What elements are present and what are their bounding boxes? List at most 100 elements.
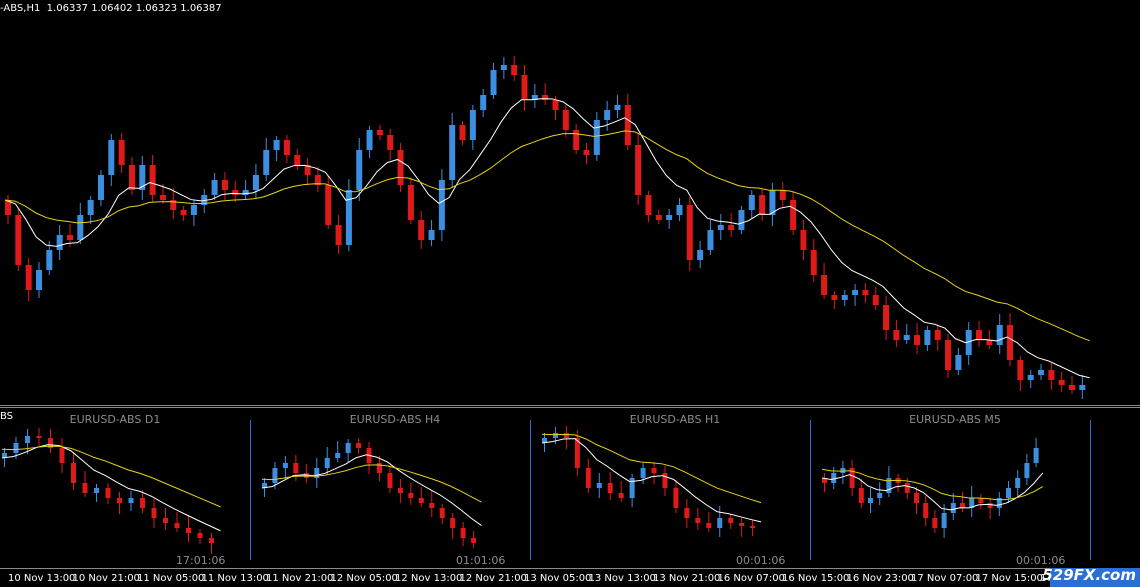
candle-body [190,205,197,215]
candle-body [1015,478,1021,488]
candle-body [868,498,873,503]
candle-body [118,140,125,165]
candle-body [387,135,394,150]
ma-slow-line [4,130,1090,342]
candle-body [356,443,362,448]
candle-body [459,125,466,140]
time-axis-tick: 13 Nov 13:00 [588,573,656,584]
candle-body [439,508,445,518]
panel-countdown-h4: 01:01:06 [456,554,506,567]
panel-divider [1090,420,1091,560]
candle-body [480,95,487,110]
candle-body [883,305,890,330]
candle-body [862,290,869,295]
candle-body [662,473,668,488]
candle-body [36,436,42,438]
candle-body [128,498,134,503]
candle-body [397,488,403,493]
candle-body [71,463,76,483]
candle-body [490,70,497,95]
candle-body [717,225,724,230]
candle-body [593,120,600,155]
candles [542,426,756,537]
candle-body [960,503,965,508]
candle-body [273,140,280,150]
candle-body [1006,488,1011,498]
candle-body [841,295,848,300]
candle-body [552,433,558,438]
time-axis-tick: 10 Nov 13:00 [8,573,76,584]
candle-body [676,205,683,215]
panel-ma-slow [1,445,221,508]
candle-body [500,65,507,70]
candle-body [15,215,22,265]
candle-body [335,453,341,458]
candle-body [87,200,94,215]
candle-body [750,526,756,528]
candle-body [429,503,435,508]
candle-body [635,145,642,195]
candle-body [221,180,228,190]
candle-body [596,483,602,488]
candle-body [211,180,218,195]
candle-body [987,503,993,508]
time-axis-tick: 16 Nov 15:00 [782,573,850,584]
candle-body [831,473,837,483]
candle-body [438,180,445,230]
candle-body [197,533,203,538]
candle-body [583,150,590,155]
candle-body [242,190,249,195]
candle-body [59,448,65,463]
panel-divider [810,420,811,560]
candle-body [35,270,42,290]
candle-body [1017,360,1024,380]
multi-timeframe-subwindow[interactable]: BS EURUSD-ABS D1 EURUSD-ABS H4 EURUSD-AB… [0,408,1140,568]
time-axis-tick: 11 Nov 21:00 [266,573,334,584]
candle-body [604,110,611,120]
candle-body [180,210,187,215]
candle-body [573,130,580,150]
candle-body [852,290,859,295]
candle-body [1048,370,1055,380]
candle-body [186,528,191,533]
candle-body [272,468,278,483]
candle-body [552,100,559,110]
candle-body [914,335,921,345]
candle-body [695,518,701,523]
candle-body [562,110,569,130]
candle-body [706,523,712,528]
time-axis-tick: 12 Nov 13:00 [395,573,463,584]
candle-body [46,250,53,270]
panel-title-m5: EURUSD-ABS M5 [909,413,1001,426]
candle-body [748,195,755,210]
panel-title-h1: EURUSD-ABS H1 [629,413,721,426]
candle-body [934,330,941,340]
candle-body [163,518,168,523]
time-axis: 10 Nov 13:00 10 Nov 21:00 11 Nov 05:00 11 N… [0,568,1140,587]
candle-body [460,528,466,538]
candle-body [105,488,111,498]
candle-body [293,463,299,473]
candle-body [904,483,910,493]
candle-body [397,150,404,185]
candle-body [607,483,613,493]
main-chart[interactable]: -ABS,H1 1.06337 1.06402 1.06323 1.06387 [0,0,1140,405]
candle-body [1079,385,1086,390]
candle-body [684,508,690,518]
time-axis-tick: 13 Nov 21:00 [653,573,721,584]
candle-body [356,150,363,190]
candle-body [1024,463,1030,478]
candle-body [759,195,766,215]
candle-body [645,195,652,215]
candle-body [976,330,983,340]
candle-body [97,175,104,200]
candle-body [376,130,383,135]
candle-body [1033,448,1039,463]
candle-body [25,436,30,443]
candle-body [209,538,214,543]
candle-body [66,235,73,240]
candle-body [914,493,919,503]
candle-body [941,513,947,528]
candle-body [655,215,662,220]
candle-body [585,468,591,488]
